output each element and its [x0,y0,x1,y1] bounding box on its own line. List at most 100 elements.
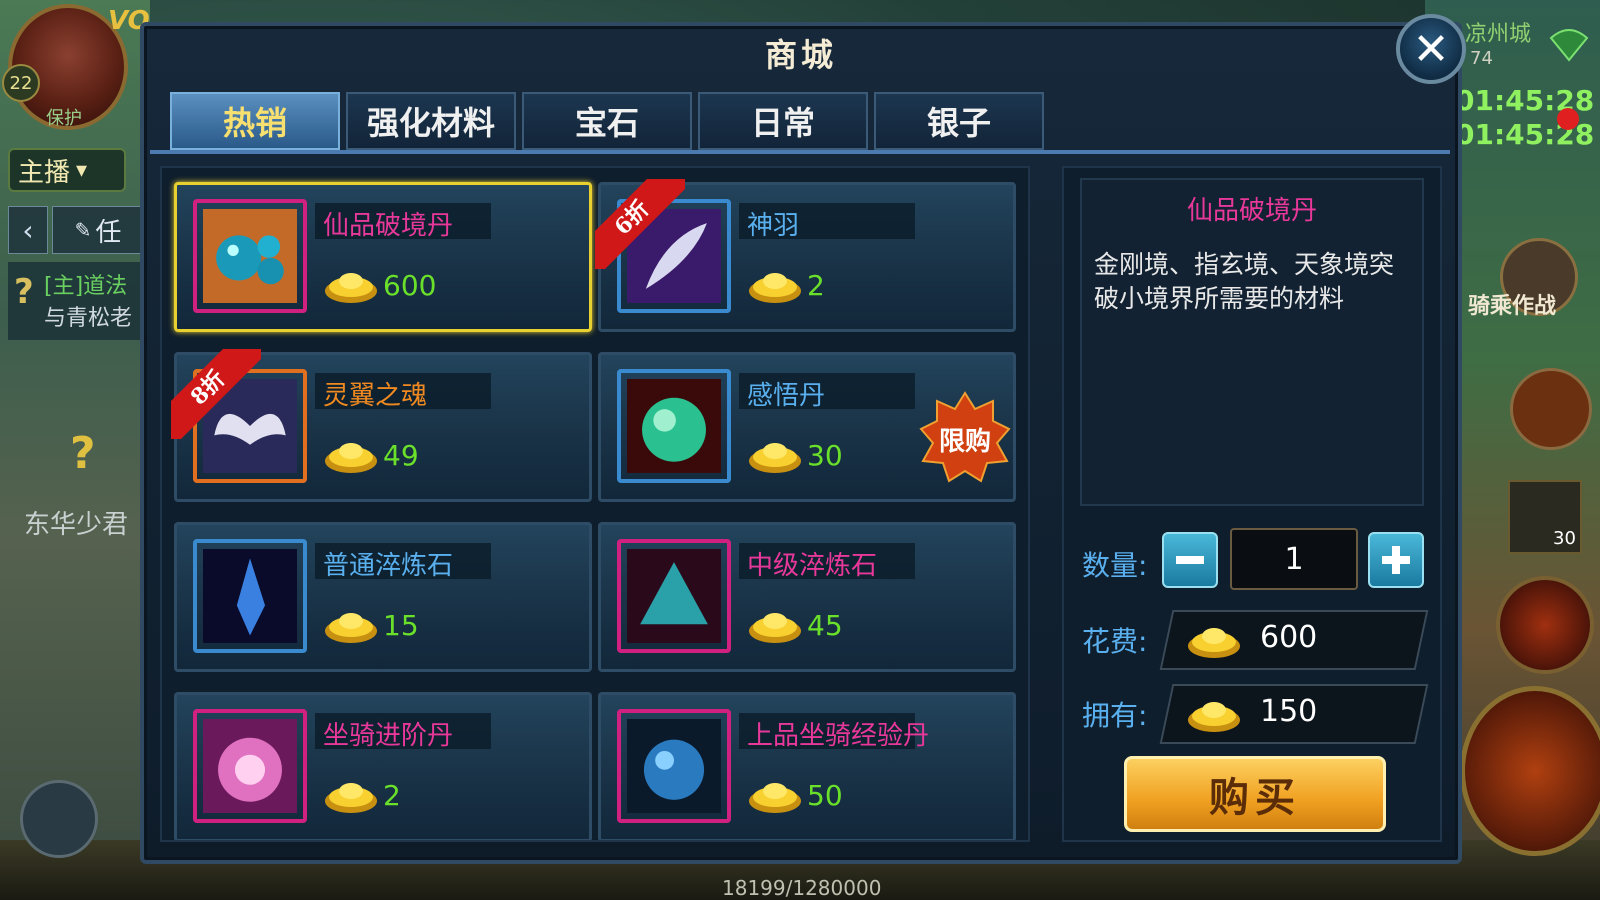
shop-tabs: 热销 强化材料 宝石 日常 银子 [170,92,1044,150]
blue-orb-icon [617,709,731,823]
chevron-down-icon: ▾ [76,157,88,183]
gold-ingot-icon [747,775,803,815]
broadcast-label: 主播 [18,157,71,188]
npc-name: 东华少君 [24,510,129,540]
owned-value: 150 [1260,694,1318,729]
quantity-label: 数量: [1082,549,1148,582]
item-price: 15 [383,608,419,642]
player-level: 22 [2,64,40,102]
tab-enhance-materials[interactable]: 强化材料 [346,92,516,150]
tab-divider [150,150,1450,154]
chevron-left-icon[interactable]: ‹ [8,206,48,254]
item-price-row: 600 [323,265,436,305]
increase-button[interactable] [1368,532,1424,588]
mount-icon[interactable] [20,780,98,858]
cost-label: 花费: [1082,625,1148,658]
quantity-input[interactable]: 1 [1230,528,1358,590]
gold-ingot-icon [1188,702,1240,732]
protect-mode-label[interactable]: 保护 [46,104,82,130]
broadcast-button[interactable]: 主播 ▾ [8,148,126,192]
item-name: 坐骑进阶丹 [323,721,454,751]
owned-label: 拥有: [1082,699,1148,732]
item-name: 普通淬炼石 [323,551,454,581]
item-list[interactable]: 仙品破境丹 600 神羽 2 6折 灵翼之魂 49 8折 感悟丹 30 限购 普通淬炼石 15 中级淬炼石… [160,166,1030,842]
decrease-button[interactable] [1162,532,1218,588]
gold-ingot-icon [323,605,379,645]
item-price: 2 [807,268,825,302]
tab-label: 宝石 [574,104,639,142]
item-name: 感悟丹 [747,381,826,411]
shop-item-card[interactable]: 上品坐骑经验丹 50 [598,692,1016,840]
shop-item-card[interactable]: 普通淬炼石 15 [174,522,592,672]
item-price-row: 30 [747,435,843,475]
attack-button[interactable] [1460,686,1600,856]
gold-ingot-icon [323,265,379,305]
teal-gem-icon [617,539,731,653]
item-name: 中级淬炼石 [747,551,878,581]
quest-tab-label: 任 [95,217,122,248]
quest-title[interactable]: [主]道法 [44,268,127,300]
item-price: 45 [807,608,843,642]
quest-tab[interactable]: ✎ 任 [52,206,144,254]
tab-label: 热销 [222,104,287,142]
discount-ribbon: 6折 [595,179,685,269]
item-price: 30 [807,438,843,472]
gold-ingot-icon [1188,628,1240,658]
detail-description: 金刚境、指玄境、天象境突破小境界所需要的材料 [1094,250,1395,313]
item-price-row: 50 [747,775,843,815]
tab-label: 日常 [750,104,815,142]
item-name: 上品坐骑经验丹 [747,721,930,751]
shop-item-card[interactable]: 灵翼之魂 49 8折 [171,349,592,502]
quick-item-count: 30 [1553,528,1576,549]
spirit-orbs-icon [193,199,307,313]
tab-hot[interactable]: 热销 [170,92,340,150]
exp-readout: 18199/1280000 [722,876,882,900]
question-mark-icon: ? [14,272,34,312]
npc-quest-icon[interactable]: ? [70,428,96,479]
gourd-icon[interactable] [1510,368,1592,450]
discount-label: 8折 [171,349,261,439]
green-pearl-icon [617,369,731,483]
tab-label: 强化材料 [366,104,495,142]
notification-dot [1557,108,1579,130]
city-coordinate: 74 [1470,48,1493,69]
city-name: 凉州城 [1465,22,1532,47]
ride-battle-label[interactable]: 骑乘作战 [1468,288,1556,320]
gold-ingot-icon [747,265,803,305]
gold-ingot-icon [747,435,803,475]
shop-item-card[interactable]: 感悟丹 30 限购 [598,352,1016,502]
item-name: 仙品破境丹 [323,211,454,241]
item-price: 600 [383,268,437,302]
quest-desc[interactable]: 与青松老 [44,300,132,332]
shop-item-card[interactable]: 中级淬炼石 45 [598,522,1016,672]
tab-gems[interactable]: 宝石 [522,92,692,150]
item-price-row: 49 [323,435,419,475]
item-price-row: 2 [747,265,825,305]
shop-title: 商城 [764,36,837,74]
buy-button[interactable]: 购买 [1124,756,1386,832]
item-name: 神羽 [747,211,800,241]
minus-icon [1176,556,1204,564]
item-price: 50 [807,778,843,812]
shop-item-card[interactable]: 坐骑进阶丹 2 [174,692,592,840]
gold-ingot-icon [747,605,803,645]
skill-icon[interactable] [1496,576,1594,674]
shop-item-card[interactable]: 神羽 2 6折 [595,179,1016,332]
description-box [1080,178,1424,506]
cost-value: 600 [1260,620,1318,655]
blue-crystal-icon [193,539,307,653]
limited-label: 限购 [938,427,991,457]
wifi-icon [1549,29,1589,62]
pink-orb-icon [193,709,307,823]
discount-ribbon: 8折 [171,349,261,439]
item-price: 49 [383,438,419,472]
item-price-row: 15 [323,605,419,645]
shop-item-card[interactable]: 仙品破境丹 600 [174,182,592,332]
tab-daily[interactable]: 日常 [698,92,868,150]
close-icon[interactable]: ✕ [1396,14,1466,84]
discount-label: 6折 [595,179,685,269]
item-price-row: 2 [323,775,401,815]
tab-silver[interactable]: 银子 [874,92,1044,150]
tab-label: 银子 [926,104,991,142]
gold-ingot-icon [323,435,379,475]
